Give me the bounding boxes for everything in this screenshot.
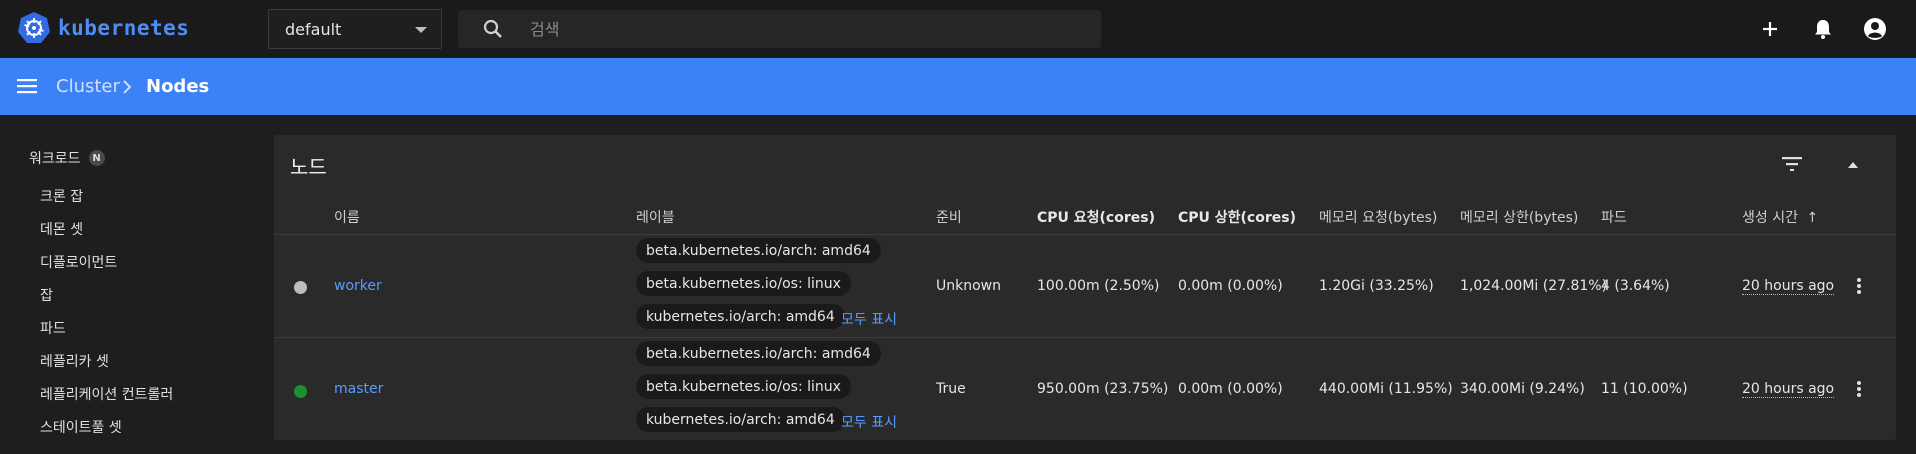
menu-icon[interactable] (17, 77, 37, 95)
column-header-created[interactable]: 생성 시간 ↑ (1742, 207, 1818, 227)
status-unknown-icon (294, 281, 307, 294)
node-name-link[interactable]: worker (334, 278, 382, 294)
search-bar (458, 10, 1101, 48)
header-divider (274, 234, 1896, 235)
sidebar-section-label: 워크로드 (29, 151, 81, 167)
namespaced-badge: N (88, 150, 105, 166)
sidebar-item-jobs[interactable]: 잡 (40, 285, 53, 305)
namespace-select[interactable]: default (268, 9, 442, 49)
namespace-value: default (285, 19, 342, 39)
more-vert-icon[interactable] (1856, 380, 1862, 398)
sidebar-item-daemonsets[interactable]: 데몬 셋 (40, 219, 83, 239)
kubernetes-logo[interactable]: kubernetes (16, 10, 189, 46)
node-name-link[interactable]: master (334, 381, 383, 397)
card-title: 노드 (290, 155, 327, 179)
sidebar-section-workloads[interactable]: 워크로드 N (29, 148, 105, 168)
sidebar-item-pods[interactable]: 파드 (40, 318, 66, 338)
column-header-labels: 레이블 (636, 210, 675, 226)
sidebar-item-deployments[interactable]: 디플로이먼트 (40, 252, 117, 272)
filter-icon[interactable] (1782, 157, 1802, 171)
cpu-requests-value: 950.00m (23.75%) (1037, 381, 1169, 397)
pods-value: 11 (10.00%) (1601, 381, 1688, 397)
column-header-memory-requests: 메모리 요청(bytes) (1319, 210, 1438, 226)
column-header-cpu-limits: CPU 상한(cores) (1178, 210, 1296, 226)
memory-limits-value: 340.00Mi (9.24%) (1460, 381, 1585, 397)
row-divider (274, 337, 1896, 338)
ready-status: Unknown (936, 278, 1001, 294)
sidebar: 워크로드 N 크론 잡 데몬 셋 디플로이먼트 잡 파드 레플리카 셋 레플리케… (0, 115, 272, 454)
more-vert-icon[interactable] (1856, 277, 1862, 295)
cpu-requests-value: 100.00m (2.50%) (1037, 278, 1160, 294)
page-title: Nodes (146, 76, 210, 97)
collapse-icon[interactable] (1847, 161, 1859, 169)
sort-ascending-icon: ↑ (1806, 210, 1819, 226)
add-icon[interactable] (1760, 19, 1780, 39)
label-chip: kubernetes.io/arch: amd64 (636, 407, 845, 432)
created-time[interactable]: 20 hours ago (1742, 278, 1835, 295)
sidebar-item-statefulsets[interactable]: 스테이트풀 셋 (40, 417, 122, 437)
created-time[interactable]: 20 hours ago (1742, 381, 1835, 398)
search-icon (483, 19, 502, 38)
memory-requests-value: 1.20Gi (33.25%) (1319, 278, 1434, 294)
ready-status: True (936, 381, 966, 397)
column-header-name[interactable]: 이름 (334, 207, 360, 227)
chevron-right-icon (123, 80, 132, 94)
breadcrumb-cluster[interactable]: Cluster (56, 76, 120, 97)
kubernetes-wheel-icon (18, 12, 50, 43)
label-chip: beta.kubernetes.io/os: linux (636, 374, 851, 399)
memory-requests-value: 440.00Mi (11.95%) (1319, 381, 1453, 397)
column-header-memory-limits: 메모리 상한(bytes) (1460, 210, 1579, 226)
cpu-limits-value: 0.00m (0.00%) (1178, 381, 1283, 397)
brand-name: kubernetes (58, 16, 190, 40)
pods-value: 4 (3.64%) (1601, 278, 1670, 294)
label-chip: beta.kubernetes.io/arch: amd64 (636, 341, 881, 366)
show-all-labels-link[interactable]: 모두 표시 (841, 412, 897, 432)
column-header-ready: 준비 (936, 210, 962, 226)
cpu-limits-value: 0.00m (0.00%) (1178, 278, 1283, 294)
bell-icon[interactable] (1812, 18, 1834, 40)
search-input[interactable] (530, 10, 1070, 48)
top-bar: kubernetes default (0, 0, 1916, 58)
sidebar-item-cronjobs[interactable]: 크론 잡 (40, 186, 83, 206)
label-chip: beta.kubernetes.io/os: linux (636, 271, 851, 296)
breadcrumb-bar: Cluster Nodes (0, 58, 1916, 115)
nodes-card: 노드 이름 레이블 준비 CPU 요청(cores) CPU 상한(cores)… (274, 135, 1896, 440)
label-chip: beta.kubernetes.io/arch: amd64 (636, 238, 881, 263)
memory-limits-value: 1,024.00Mi (27.81%) (1460, 278, 1608, 294)
account-icon[interactable] (1863, 17, 1887, 41)
sidebar-item-replicationcontrollers[interactable]: 레플리케이션 컨트롤러 (40, 384, 173, 404)
sidebar-item-replicasets[interactable]: 레플리카 셋 (40, 351, 109, 371)
label-chip: kubernetes.io/arch: amd64 (636, 304, 845, 329)
show-all-labels-link[interactable]: 모두 표시 (841, 309, 897, 329)
chevron-down-icon (415, 27, 427, 33)
column-header-pods: 파드 (1601, 210, 1627, 226)
status-ready-icon (294, 385, 307, 398)
column-header-created-label: 생성 시간 (1742, 210, 1798, 226)
column-header-cpu-requests: CPU 요청(cores) (1037, 210, 1155, 226)
